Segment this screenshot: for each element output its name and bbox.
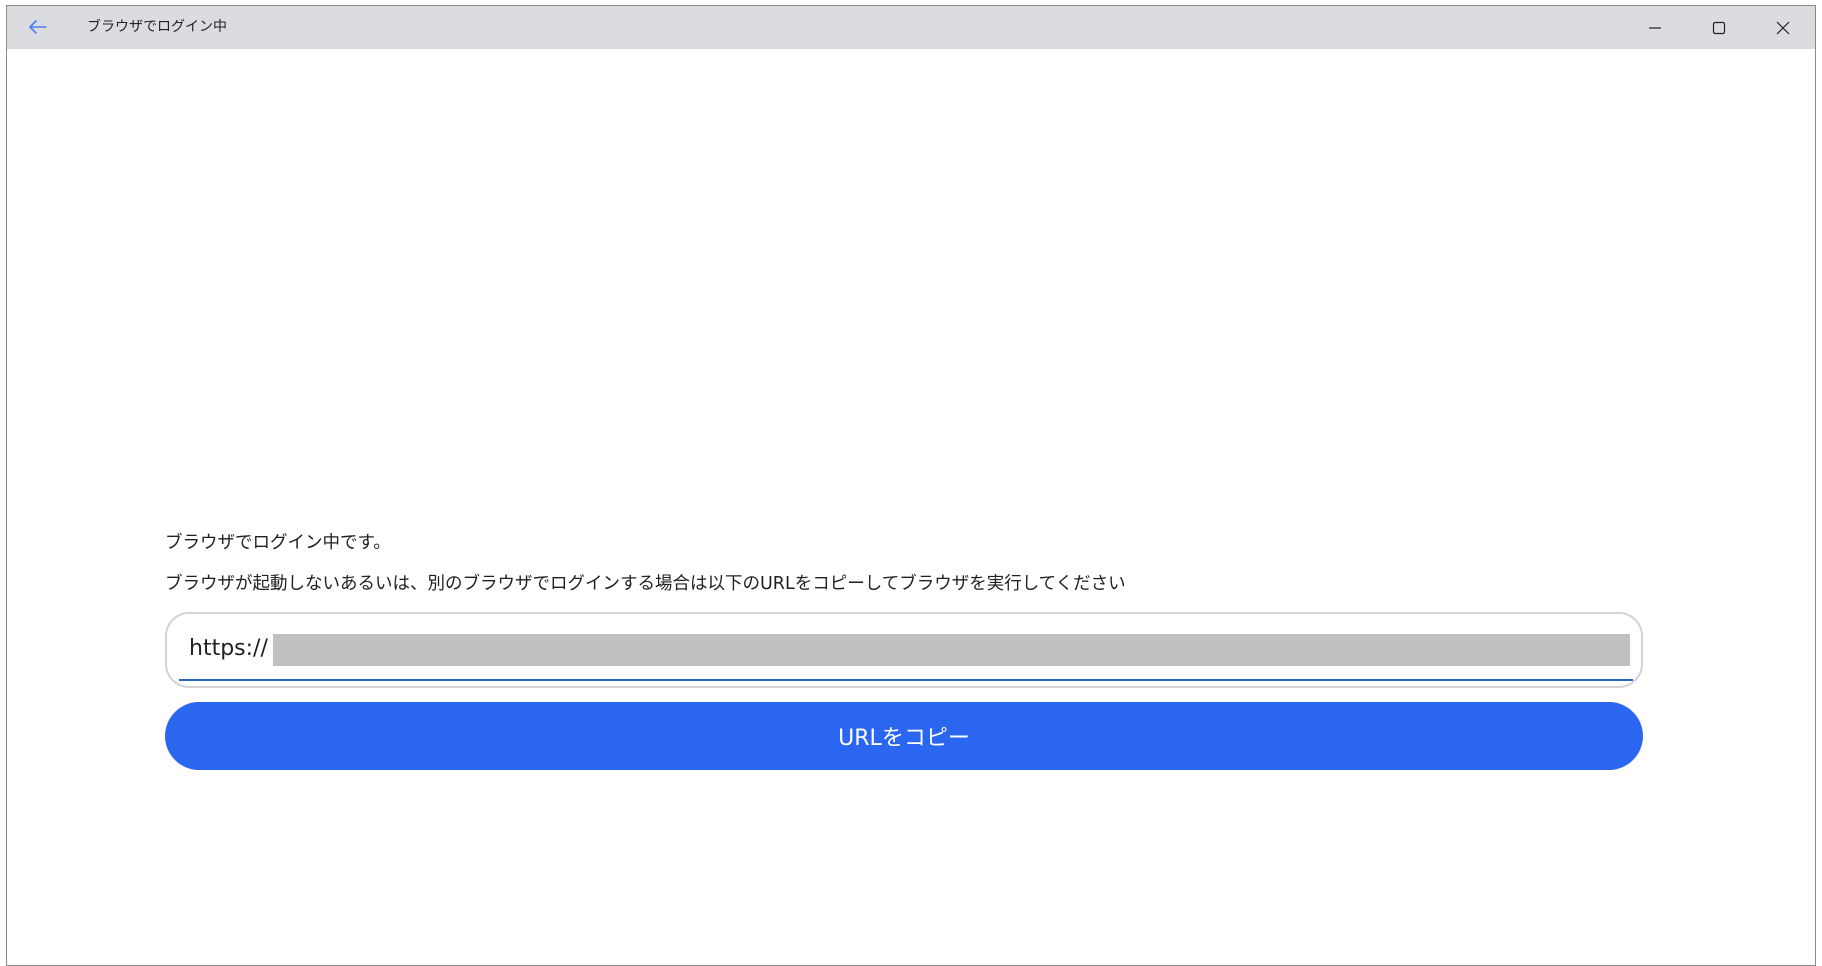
maximize-icon [1712, 21, 1726, 34]
redacted-url-area [273, 634, 1630, 666]
window-title: ブラウザでログイン中 [87, 19, 227, 35]
maximize-button[interactable] [1687, 6, 1751, 49]
status-message: ブラウザでログイン中です。 [165, 533, 391, 553]
back-button[interactable] [21, 14, 55, 40]
url-field-container [165, 612, 1643, 688]
close-icon [1776, 21, 1790, 34]
copy-url-button[interactable]: URLをコピー [165, 702, 1643, 770]
minimize-button[interactable] [1623, 6, 1687, 49]
app-window: ブラウザでログイン中 [6, 5, 1816, 966]
url-field-underline [179, 679, 1633, 681]
minimize-icon [1649, 26, 1661, 29]
login-panel: ブラウザでログイン中です。 ブラウザが起動しないあるいは、別のブラウザでログイン… [165, 530, 1643, 770]
window-controls [1623, 6, 1815, 49]
instruction-message: ブラウザが起動しないあるいは、別のブラウザでログインする場合は以下のURLをコピ… [165, 574, 1126, 594]
title-bar: ブラウザでログイン中 [7, 6, 1815, 49]
close-button[interactable] [1751, 6, 1815, 49]
arrow-left-icon [29, 20, 47, 34]
